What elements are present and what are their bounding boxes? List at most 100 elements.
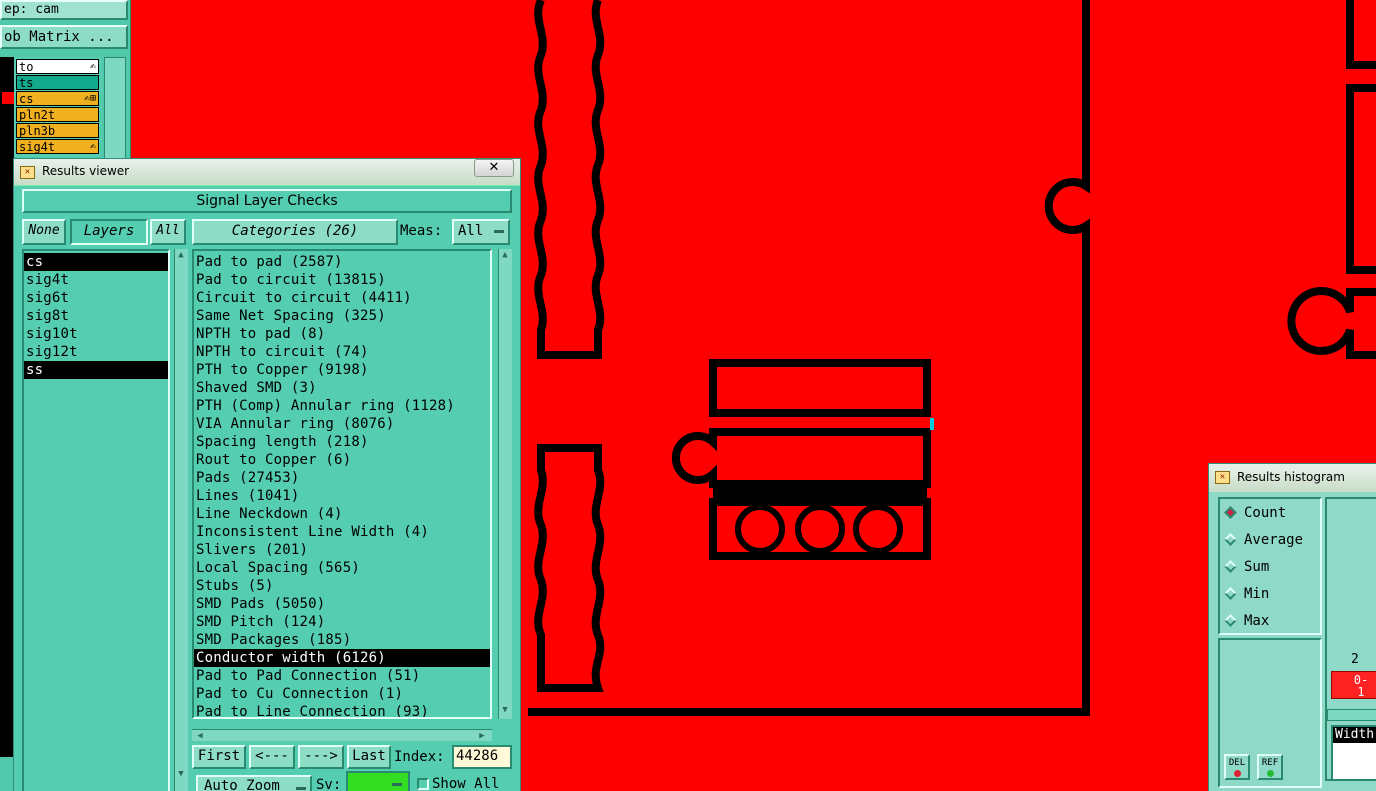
layer-list-item[interactable]: sig4t	[24, 271, 168, 289]
category-list-item[interactable]: PTH to Copper (9198)	[194, 361, 490, 379]
step-field[interactable]: ep: cam	[0, 0, 128, 20]
del-button[interactable]: DEL	[1224, 754, 1250, 780]
layer-list-item[interactable]: sig12t	[24, 343, 168, 361]
category-list-item[interactable]: Lines (1041)	[194, 487, 490, 505]
category-vscroll[interactable]: ▲ ▼	[498, 249, 512, 719]
category-list-item[interactable]: Same Net Spacing (325)	[194, 307, 490, 325]
category-list-item[interactable]: Spacing length (218)	[194, 433, 490, 451]
layer-list-item[interactable]: sig6t	[24, 289, 168, 307]
meas-select[interactable]: All	[452, 219, 510, 245]
histogram-mode-group: Count Average Sum Min Max	[1218, 497, 1322, 635]
index-input[interactable]: 44286	[452, 745, 512, 769]
show-all-checkbox[interactable]	[417, 778, 429, 790]
layer-row[interactable]: pln3b	[16, 123, 99, 138]
category-list-item[interactable]: SMD Packages (185)	[194, 631, 490, 649]
layer-list-item[interactable]: sig8t	[24, 307, 168, 325]
category-list-item[interactable]: Pad to pad (2587)	[194, 253, 490, 271]
prev-button[interactable]: <---	[249, 745, 295, 769]
category-list-item[interactable]: Pads (27453)	[194, 469, 490, 487]
category-list-item[interactable]: Shaved SMD (3)	[194, 379, 490, 397]
layer-row[interactable]: sig4t ✍	[16, 139, 99, 154]
radio-indicator-icon	[1224, 533, 1237, 546]
layer-row-label: to	[19, 60, 34, 74]
category-list-item[interactable]: Stubs (5)	[194, 577, 490, 595]
close-icon: ✕	[488, 160, 500, 175]
ref-button-label: REF	[1261, 758, 1279, 768]
results-viewer-titlebar[interactable]: ✕ Results viewer ✕	[14, 159, 520, 186]
active-layer-marker	[2, 92, 14, 104]
layer-list-item[interactable]: sig10t	[24, 325, 168, 343]
auto-zoom-value: Auto Zoom	[204, 778, 280, 791]
category-list-item[interactable]: Slivers (201)	[194, 541, 490, 559]
layer-list-item[interactable]: ss	[24, 361, 168, 379]
category-list-item[interactable]: SMD Pitch (124)	[194, 613, 490, 631]
index-label: Index:	[394, 749, 445, 765]
last-button[interactable]: Last	[347, 745, 391, 769]
layers-label: Layers	[70, 219, 148, 245]
category-list-item[interactable]: Pad to Pad Connection (51)	[194, 667, 490, 685]
layer-list-dark	[0, 57, 14, 757]
category-list-item[interactable]: Local Spacing (565)	[194, 559, 490, 577]
ref-button[interactable]: REF	[1257, 754, 1283, 780]
category-list-item[interactable]: Line Neckdown (4)	[194, 505, 490, 523]
first-button[interactable]: First	[192, 745, 246, 769]
layer-row[interactable]: cs ✍⊞	[16, 91, 99, 106]
scroll-down-icon[interactable]: ▼	[499, 705, 511, 715]
layer-listbox[interactable]: cs sig4t sig6t sig8t sig10t sig12t ss	[22, 249, 170, 791]
close-button[interactable]: ✕	[474, 159, 514, 177]
layer-row[interactable]: to ✍	[16, 59, 99, 74]
layer-row[interactable]: pln2t	[16, 107, 99, 122]
layer-row-label: ts	[19, 76, 34, 90]
category-list-item[interactable]: Conductor width (6126)	[194, 649, 490, 667]
category-list-item[interactable]: NPTH to pad (8)	[194, 325, 490, 343]
chevron-down-icon	[296, 787, 306, 790]
meas-select-value: All	[458, 223, 484, 239]
category-list-item[interactable]: Inconsistent Line Width (4)	[194, 523, 490, 541]
job-matrix-button[interactable]: ob Matrix ...	[0, 25, 128, 49]
scroll-up-icon[interactable]: ▲	[175, 250, 187, 260]
layer-row[interactable]: ts	[16, 75, 99, 90]
category-list-item[interactable]: Pad to circuit (13815)	[194, 271, 490, 289]
category-list-item[interactable]: NPTH to circuit (74)	[194, 343, 490, 361]
category-list-item[interactable]: Pad to Cu Connection (1)	[194, 685, 490, 703]
category-hscroll[interactable]: ◀ ▶	[192, 729, 492, 741]
show-all-label: Show All	[432, 776, 500, 791]
layer-row-label: pln3b	[19, 124, 56, 138]
layers-none-button[interactable]: None	[22, 219, 66, 245]
histogram-mode-label: Min	[1244, 586, 1270, 602]
layer-list-item[interactable]: cs	[24, 253, 168, 271]
results-histogram-title: Results histogram	[1237, 470, 1345, 484]
results-histogram-titlebar[interactable]: ✕ Results histogram	[1209, 464, 1376, 492]
scroll-up-icon[interactable]: ▲	[499, 250, 511, 260]
category-list-item[interactable]: Pad to Line Connection (93)	[194, 703, 490, 717]
layer-row-label: pln2t	[19, 108, 56, 122]
next-button[interactable]: --->	[298, 745, 344, 769]
chevron-down-icon	[494, 230, 504, 233]
results-viewer-title: Results viewer	[42, 164, 130, 178]
category-list-item[interactable]: VIA Annular ring (8076)	[194, 415, 490, 433]
category-list-item[interactable]: PTH (Comp) Annular ring (1128)	[194, 397, 490, 415]
category-list-item[interactable]: Circuit to circuit (4411)	[194, 289, 490, 307]
histogram-measure-box: Width	[1331, 725, 1376, 781]
layer-edit-icon: ✍	[89, 61, 96, 72]
del-button-label: DEL	[1228, 758, 1246, 768]
histogram-bar[interactable]: 0- 1	[1331, 671, 1376, 699]
radio-indicator-icon	[1224, 614, 1237, 627]
chevron-down-icon	[392, 783, 402, 786]
scroll-right-icon[interactable]: ▶	[476, 731, 488, 741]
layer-list-scrollbar[interactable]	[104, 57, 126, 167]
layers-all-button[interactable]: All	[150, 219, 186, 245]
sv-color-select[interactable]	[346, 771, 410, 791]
categories-button[interactable]: Categories (26)	[192, 219, 398, 245]
radio-indicator-icon	[1224, 587, 1237, 600]
histogram-bar-count: 2	[1351, 652, 1359, 667]
category-listbox[interactable]: Pad to pad (2587) Pad to circuit (13815) C…	[192, 249, 492, 719]
scroll-left-icon[interactable]: ◀	[194, 731, 206, 741]
histogram-hscroll[interactable]	[1327, 709, 1376, 721]
category-list-item[interactable]: SMD Pads (5050)	[194, 595, 490, 613]
sv-label: Sv:	[316, 777, 342, 791]
auto-zoom-select[interactable]: Auto Zoom	[196, 775, 312, 791]
category-list-item[interactable]: Rout to Copper (6)	[194, 451, 490, 469]
scroll-down-icon[interactable]: ▼	[175, 769, 187, 779]
layer-list-vscroll[interactable]: ▲ ▼	[174, 249, 188, 791]
